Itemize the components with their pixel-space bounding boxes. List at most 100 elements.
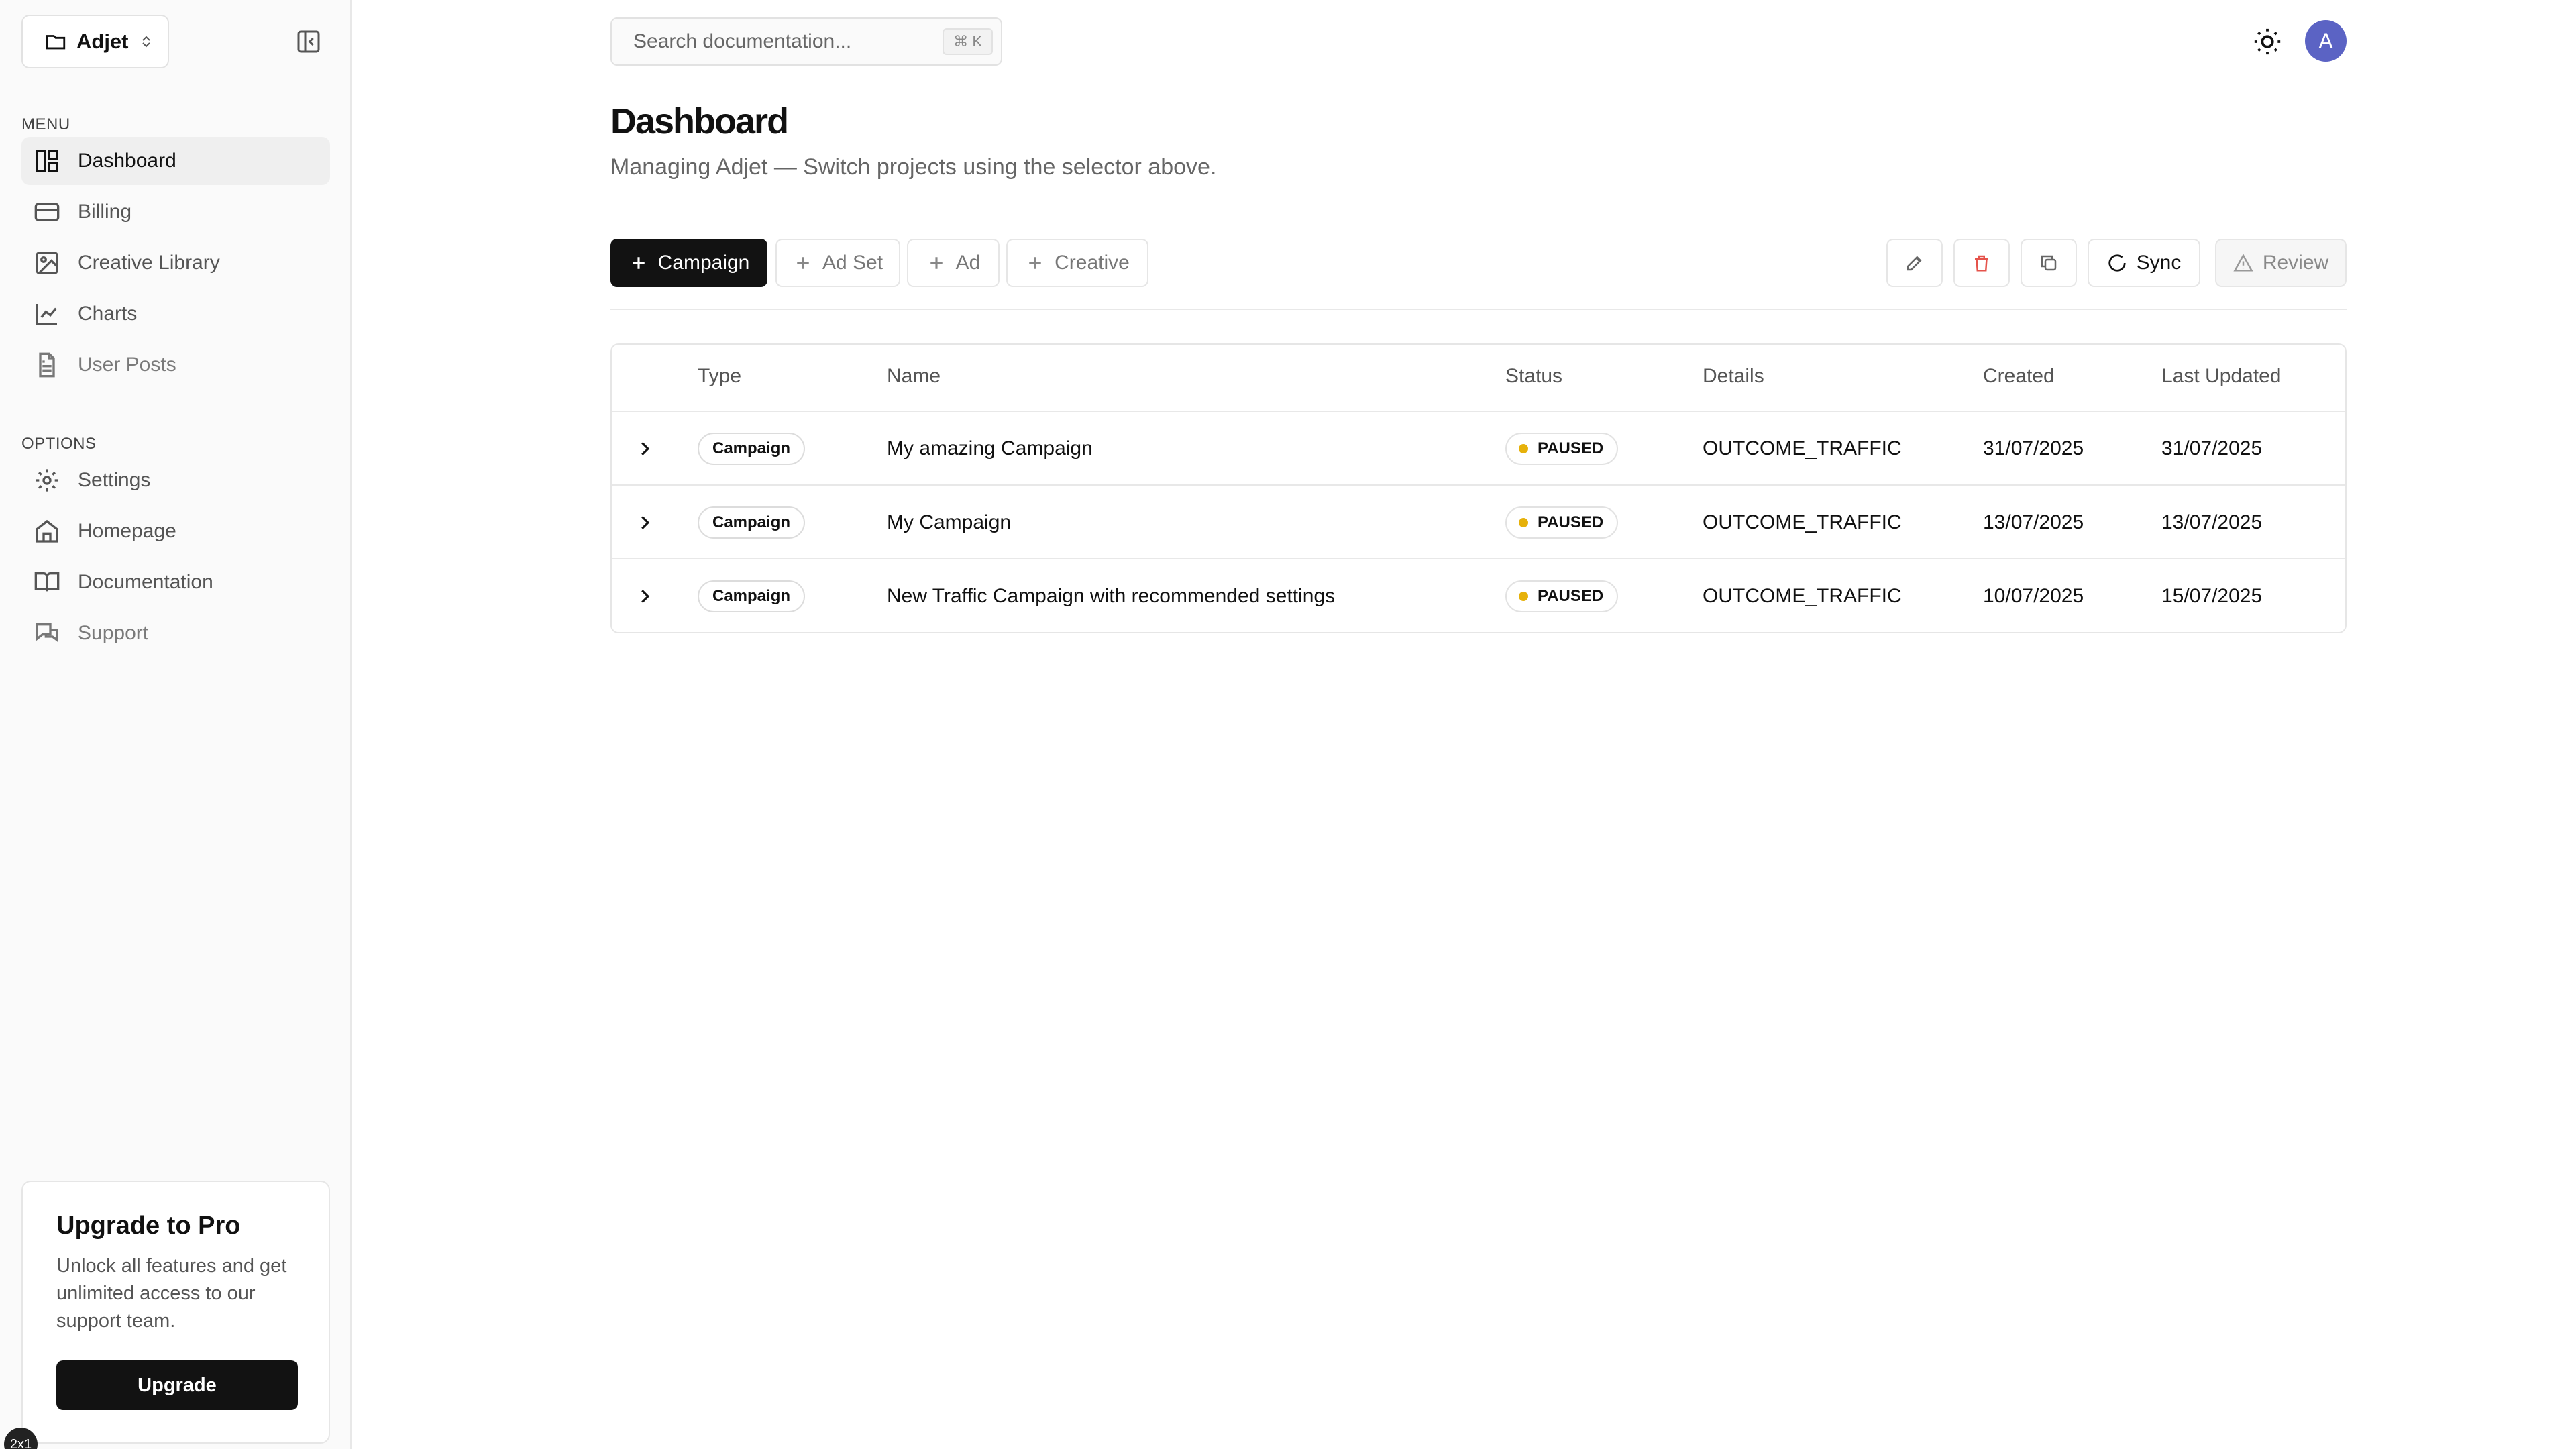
- expand-row-button[interactable]: [635, 412, 655, 486]
- table-row[interactable]: Campaign My Campaign PAUSED OUTCOME_TRAF…: [612, 484, 2345, 558]
- sidebar-item-charts[interactable]: Charts: [21, 290, 330, 338]
- project-switcher[interactable]: Adjet: [21, 15, 169, 68]
- updated-date: 13/07/2025: [2161, 511, 2263, 533]
- sidebar-item-label: Charts: [78, 303, 138, 325]
- toolbar-divider: [610, 309, 2347, 310]
- review-label: Review: [2262, 252, 2329, 274]
- line-chart-icon: [36, 304, 57, 325]
- folder-icon: [46, 35, 66, 50]
- add-ad-set-label: Ad Set: [822, 252, 883, 274]
- table-row[interactable]: Campaign My amazing Campaign PAUSED OUTC…: [612, 411, 2345, 484]
- sync-button[interactable]: Sync: [2088, 239, 2200, 287]
- add-ad-set-button[interactable]: Ad Set: [775, 239, 900, 287]
- add-ad-button[interactable]: Ad: [907, 239, 1000, 287]
- upgrade-title: Upgrade to Pro: [56, 1212, 241, 1240]
- status-badge: PAUSED: [1505, 433, 1619, 465]
- upgrade-card: Upgrade to Pro Unlock all features and g…: [21, 1181, 330, 1444]
- image-icon: [36, 252, 58, 274]
- add-campaign-button[interactable]: Campaign: [610, 239, 767, 287]
- plus-icon: [797, 257, 809, 269]
- campaign-name[interactable]: My amazing Campaign: [887, 412, 1093, 486]
- table-row[interactable]: Campaign New Traffic Campaign with recom…: [612, 558, 2345, 632]
- type-badge: Campaign: [698, 433, 806, 465]
- created-date: 31/07/2025: [1983, 437, 2084, 460]
- status-text: PAUSED: [1538, 587, 1604, 605]
- upgrade-description: Unlock all features and get unlimited ac…: [56, 1255, 287, 1332]
- theme-toggle-button[interactable]: [2249, 23, 2286, 60]
- sidebar-item-user-posts[interactable]: User Posts: [21, 341, 330, 389]
- dashboard-icon: [36, 150, 58, 172]
- sidebar-item-billing[interactable]: Billing: [21, 188, 330, 236]
- expand-row-button[interactable]: [635, 486, 655, 559]
- campaign-name[interactable]: New Traffic Campaign with recommended se…: [887, 559, 1335, 632]
- upgrade-button[interactable]: Upgrade: [56, 1360, 298, 1410]
- copy-icon: [2041, 255, 2057, 271]
- shortcut-hint: ⌘ K: [943, 28, 993, 55]
- edit-button[interactable]: [1886, 239, 1943, 287]
- search-input[interactable]: Search documentation... ⌘ K: [610, 17, 1002, 66]
- expand-row-button[interactable]: [635, 559, 655, 632]
- status-dot: [1519, 444, 1528, 453]
- sidebar-item-documentation[interactable]: Documentation: [21, 558, 330, 606]
- warning-icon: [2233, 254, 2253, 272]
- column-header-type[interactable]: Type: [698, 365, 741, 388]
- sidebar-item-settings[interactable]: Settings: [21, 456, 330, 504]
- chevron-up-down-icon: [142, 36, 150, 48]
- refresh-icon: [2108, 254, 2126, 272]
- status-text: PAUSED: [1538, 513, 1604, 531]
- sidebar: Adjet MENU Dashboard Billing Creative Li…: [0, 0, 352, 1449]
- campaign-name[interactable]: My Campaign: [887, 486, 1011, 559]
- campaigns-table: Type Name Status Details Created Last Up…: [610, 343, 2347, 633]
- sidebar-item-creative-library[interactable]: Creative Library: [21, 239, 330, 287]
- add-creative-label: Creative: [1055, 252, 1130, 274]
- trash-icon: [1975, 255, 1988, 272]
- duplicate-button[interactable]: [2021, 239, 2077, 287]
- sidebar-item-dashboard[interactable]: Dashboard: [21, 137, 330, 185]
- column-header-name[interactable]: Name: [887, 365, 941, 388]
- add-campaign-label: Campaign: [657, 252, 750, 274]
- plus-icon: [930, 257, 943, 269]
- plus-icon: [632, 257, 645, 269]
- column-header-details[interactable]: Details: [1703, 365, 1764, 388]
- sidebar-item-label: Settings: [78, 469, 151, 491]
- sun-icon: [2254, 28, 2281, 55]
- campaign-details: OUTCOME_TRAFFIC: [1703, 511, 1902, 533]
- sidebar-item-homepage[interactable]: Homepage: [21, 507, 330, 555]
- column-header-status[interactable]: Status: [1505, 365, 1562, 388]
- chevron-right-icon: [641, 516, 650, 529]
- campaign-details: OUTCOME_TRAFFIC: [1703, 437, 1902, 460]
- sidebar-item-label: Creative Library: [78, 252, 220, 274]
- sidebar-item-label: Support: [78, 622, 149, 644]
- sidebar-collapse-icon[interactable]: [295, 28, 322, 55]
- updated-date: 15/07/2025: [2161, 585, 2263, 607]
- created-date: 10/07/2025: [1983, 585, 2084, 607]
- column-header-created[interactable]: Created: [1983, 365, 2055, 388]
- document-icon: [39, 352, 55, 378]
- sidebar-item-label: User Posts: [78, 354, 176, 376]
- column-header-last-updated[interactable]: Last Updated: [2161, 365, 2281, 388]
- menu-section-label: MENU: [21, 115, 70, 133]
- sidebar-item-label: Dashboard: [78, 150, 176, 172]
- add-creative-button[interactable]: Creative: [1006, 239, 1148, 287]
- sidebar-item-label: Homepage: [78, 520, 176, 542]
- updated-date: 31/07/2025: [2161, 437, 2263, 460]
- chat-icon: [36, 623, 58, 643]
- plus-icon: [1029, 257, 1041, 269]
- campaign-details: OUTCOME_TRAFFIC: [1703, 585, 1902, 607]
- page-title: Dashboard: [610, 101, 789, 142]
- review-button[interactable]: Review: [2215, 239, 2347, 287]
- created-date: 13/07/2025: [1983, 511, 2084, 533]
- home-icon: [36, 519, 58, 543]
- status-badge: PAUSED: [1505, 506, 1619, 539]
- chevron-right-icon: [641, 590, 650, 603]
- project-name: Adjet: [76, 30, 129, 53]
- add-ad-label: Ad: [955, 252, 981, 274]
- sync-label: Sync: [2136, 252, 2182, 274]
- sidebar-item-support[interactable]: Support: [21, 609, 330, 657]
- gear-icon: [36, 469, 58, 492]
- avatar[interactable]: A: [2305, 20, 2347, 62]
- type-badge: Campaign: [698, 580, 806, 612]
- book-icon: [34, 572, 60, 592]
- type-badge: Campaign: [698, 506, 806, 539]
- delete-button[interactable]: [1953, 239, 2010, 287]
